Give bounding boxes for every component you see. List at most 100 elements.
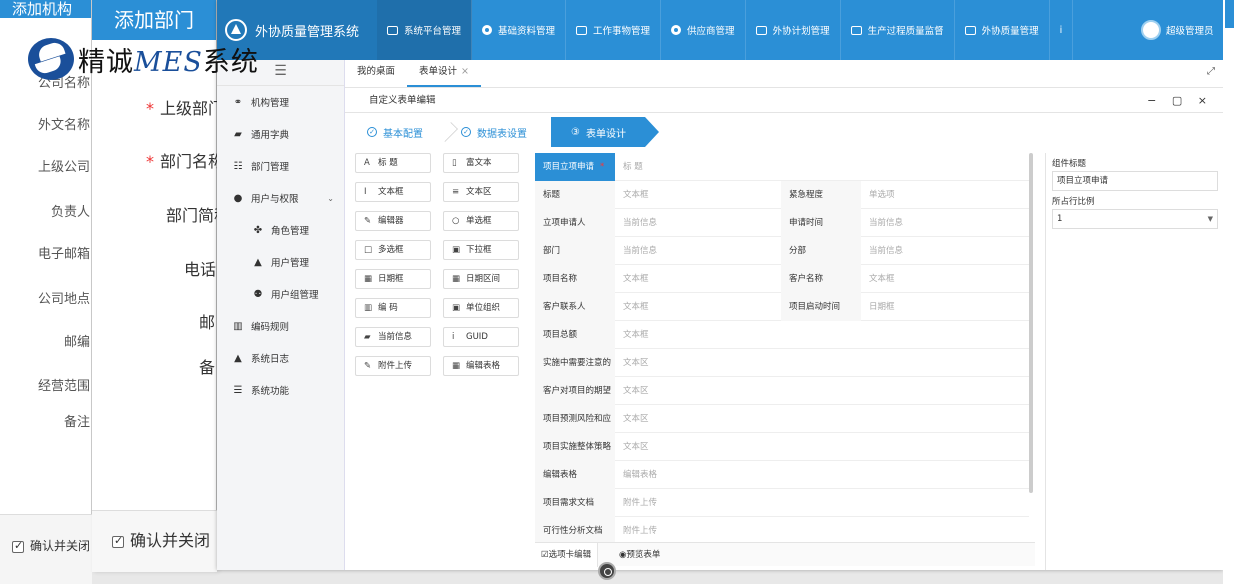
confirm-close-checkbox[interactable]: 确认并关闭 bbox=[12, 537, 90, 554]
form-field-label: 项目需求文档 bbox=[535, 489, 615, 517]
menu-more[interactable]: i bbox=[1050, 0, 1074, 60]
right-edge-window bbox=[1223, 0, 1236, 584]
background-dialog-add-org: 添加机构 公司名称 外文名称 上级公司 负责人 电子邮箱 公司地点 邮编 经营范… bbox=[0, 0, 92, 584]
tool-code[interactable]: ▥ 编 码 bbox=[355, 298, 431, 318]
check-circle-icon: ✓ bbox=[367, 127, 377, 137]
document-icon: ▯ bbox=[452, 158, 457, 168]
tab-form-design[interactable]: 表单设计 × bbox=[407, 59, 481, 87]
form-field-type: 文本框 bbox=[869, 274, 895, 284]
tool-date[interactable]: ▦ 日期框 bbox=[355, 269, 431, 289]
form-field-label: 客户联系人 bbox=[535, 293, 615, 321]
menu-work-affairs[interactable]: 工作事物管理 bbox=[566, 0, 662, 60]
preview-form-button[interactable]: ◉预览表单 bbox=[619, 543, 660, 567]
form-field-label: 项目启动时间 bbox=[781, 293, 861, 321]
step-form-design[interactable]: ③ 表单设计 bbox=[551, 117, 659, 147]
form-row[interactable]: 客户对项目的期望 文本区 bbox=[535, 377, 1029, 405]
main-window: 外协质量管理系统 系统平台管理 基础资料管理 工作事物管理 供应商管理 外协计划… bbox=[217, 0, 1223, 570]
tool-rich-text[interactable]: ▯ 富文本 bbox=[443, 153, 519, 173]
field-label: 电子邮箱 bbox=[37, 247, 90, 262]
form-row[interactable]: 标题 文本框 紧急程度 单选项 bbox=[535, 181, 1029, 209]
tool-current-info[interactable]: ▰ 当前信息 bbox=[355, 327, 431, 347]
field-label: 上级公司 bbox=[37, 160, 90, 175]
user-menu[interactable]: 超级管理员 bbox=[1141, 0, 1223, 60]
form-scrollbar[interactable] bbox=[1029, 153, 1033, 493]
form-field-type: 标 题 bbox=[623, 162, 643, 172]
field-label: 备注 bbox=[63, 415, 90, 430]
form-row[interactable]: 项目总额 文本框 bbox=[535, 321, 1029, 349]
tool-title[interactable]: A标 题 bbox=[355, 153, 431, 173]
tool-radio[interactable]: ○ 单选框 bbox=[443, 211, 519, 231]
dialog-title: 添加机构 bbox=[0, 0, 91, 18]
close-icon[interactable]: × bbox=[461, 66, 469, 77]
tab-edit-button[interactable]: ☑选项卡编辑 bbox=[535, 543, 599, 567]
menu-production-quality[interactable]: 生产过程质量监督 bbox=[841, 0, 955, 60]
tool-edit-table[interactable]: ▦ 编辑表格 bbox=[443, 356, 519, 376]
form-row[interactable]: 项目预测风险和应 文本区 bbox=[535, 405, 1029, 433]
menu-outsource-quality[interactable]: 外协质量管理 bbox=[955, 0, 1050, 60]
dialog-title: 添加部门 bbox=[92, 0, 216, 40]
sidebar-item-org[interactable]: ⚭ 机构管理 bbox=[217, 86, 344, 118]
step-basic-config[interactable]: ✓ 基本配置 bbox=[367, 117, 423, 147]
form-field-type: 文本区 bbox=[623, 386, 649, 396]
form-row[interactable]: 立项申请人 当前信息 申请时间 当前信息 bbox=[535, 209, 1029, 237]
sidebar-item-user-groups[interactable]: ⚉ 用户组管理 bbox=[217, 278, 344, 310]
form-row[interactable]: 编辑表格 编辑表格 bbox=[535, 461, 1029, 489]
tab-my-desktop[interactable]: 我的桌面 bbox=[345, 59, 407, 87]
menu-supplier[interactable]: 供应商管理 bbox=[661, 0, 746, 60]
resize-handle-icon[interactable] bbox=[598, 562, 616, 580]
window-controls[interactable]: − ▢ × bbox=[1147, 89, 1213, 113]
tool-editor[interactable]: ✎ 编辑器 bbox=[355, 211, 431, 231]
tool-checkbox[interactable]: □ 多选框 bbox=[355, 240, 431, 260]
paw-icon: ✤ bbox=[253, 224, 263, 236]
sidebar-item-system-log[interactable]: ▲ 系统日志 bbox=[217, 342, 344, 374]
row-ratio-select[interactable]: 1 ▼ bbox=[1052, 209, 1218, 229]
form-field-label: 立项申请人 bbox=[535, 209, 615, 237]
app-title: 外协质量管理系统 bbox=[255, 24, 360, 40]
sidebar-item-department[interactable]: ☷ 部门管理 bbox=[217, 150, 344, 182]
sidebar-item-code-rules[interactable]: ▥ 编码规则 bbox=[217, 310, 344, 342]
form-row[interactable]: 可行性分析文档 附件上传 bbox=[535, 517, 1029, 545]
sidebar-item-users-permissions[interactable]: ● 用户与权限 ⌄ bbox=[217, 182, 344, 214]
form-field-type: 附件上传 bbox=[623, 498, 658, 508]
menu-icon: ☰ bbox=[233, 384, 243, 396]
tool-org-unit[interactable]: ▣ 单位组织 bbox=[443, 298, 519, 318]
tool-textarea[interactable]: ≡ 文本区 bbox=[443, 182, 519, 202]
sidebar-item-system-functions[interactable]: ☰ 系统功能 bbox=[217, 374, 344, 406]
form-row[interactable]: 项目立项申请 * 标 题 bbox=[535, 153, 1029, 181]
menu-system-platform[interactable]: 系统平台管理 bbox=[377, 0, 473, 60]
form-field-type: 当前信息 bbox=[869, 246, 904, 256]
form-row[interactable]: 项目实施整体策略 文本区 bbox=[535, 433, 1029, 461]
step-table-setup[interactable]: ✓ 数据表设置 bbox=[461, 117, 527, 147]
tool-guid[interactable]: i GUID bbox=[443, 327, 519, 347]
tool-attachment[interactable]: ✎ 附件上传 bbox=[355, 356, 431, 376]
form-field-label: 实施中需要注意的 bbox=[535, 349, 615, 377]
menu-base-data[interactable]: 基础资料管理 bbox=[472, 0, 567, 60]
form-field-label: 项目名称 bbox=[535, 265, 615, 293]
form-row[interactable]: 项目名称 文本框 客户名称 文本框 bbox=[535, 265, 1029, 293]
tool-date-range[interactable]: ▦ 日期区间 bbox=[443, 269, 519, 289]
form-row[interactable]: 部门 当前信息 分部 当前信息 bbox=[535, 237, 1029, 265]
form-field-type: 当前信息 bbox=[623, 218, 658, 228]
book-icon: ▰ bbox=[364, 332, 371, 342]
wizard-steps: ✓ 基本配置 ✓ 数据表设置 ③ 表单设计 bbox=[355, 117, 1215, 147]
sidebar-item-user-management[interactable]: ▲ 用户管理 bbox=[217, 246, 344, 278]
checkbox-icon bbox=[12, 539, 24, 553]
menu-outsource-plan[interactable]: 外协计划管理 bbox=[746, 0, 841, 60]
form-row[interactable]: 实施中需要注意的 文本区 bbox=[535, 349, 1029, 377]
logo-text: 精诚MES系统 bbox=[78, 47, 259, 78]
tool-dropdown[interactable]: ▣ 下拉框 bbox=[443, 240, 519, 260]
sidebar-item-roles[interactable]: ✤ 角色管理 bbox=[217, 214, 344, 246]
fullscreen-icon[interactable]: ⤢ bbox=[1207, 66, 1215, 77]
component-title-input[interactable]: 项目立项申请 bbox=[1052, 171, 1218, 191]
form-row[interactable]: 客户联系人 文本框 项目启动时间 日期框 bbox=[535, 293, 1029, 321]
sidebar-item-dictionary[interactable]: ▰ 通用字典 bbox=[217, 118, 344, 150]
step-separator bbox=[438, 122, 458, 142]
cursor-icon: I bbox=[364, 187, 367, 197]
form-field-label: 紧急程度 bbox=[781, 181, 861, 209]
field-label: 邮编 bbox=[63, 335, 90, 350]
form-row[interactable]: 项目需求文档 附件上传 bbox=[535, 489, 1029, 517]
form-field-label: 编辑表格 bbox=[535, 461, 615, 489]
sidebar: ☰ ⚭ 机构管理 ▰ 通用字典 ☷ 部门管理 ● 用户与权限 ⌄ ✤ 角色管理 ▲ 用户管理 … bbox=[217, 60, 345, 570]
tool-textbox[interactable]: I 文本框 bbox=[355, 182, 431, 202]
confirm-close-checkbox[interactable]: 确认并关闭 bbox=[112, 527, 210, 551]
